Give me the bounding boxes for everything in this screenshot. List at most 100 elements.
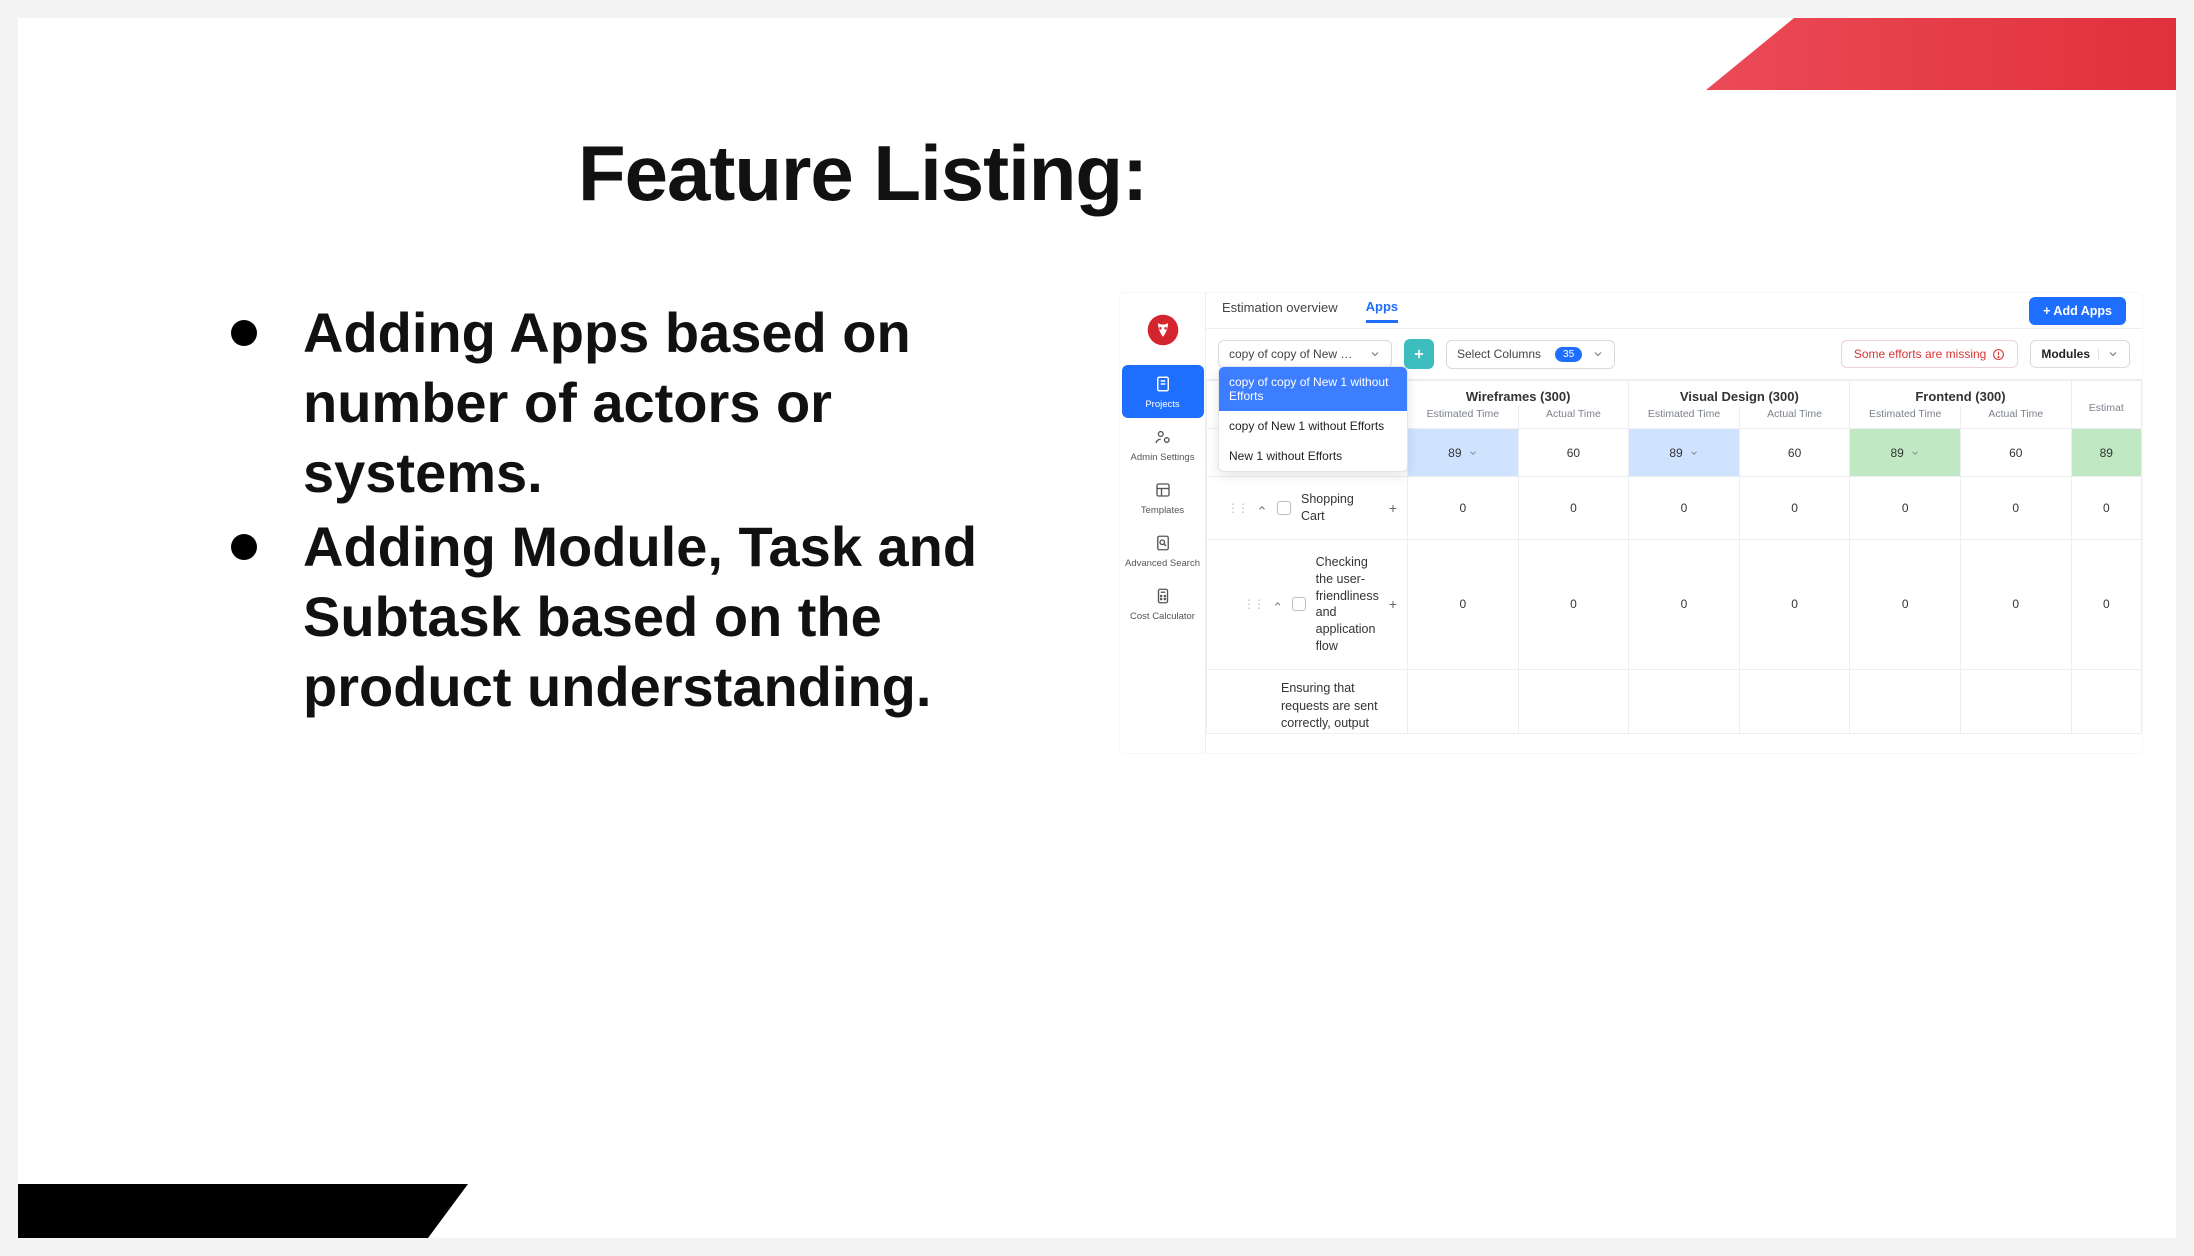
chevron-down-icon (1689, 448, 1699, 458)
app-selector[interactable]: copy of copy of New 1 witho… (1218, 340, 1392, 368)
col-sub: Estimated Time (1408, 406, 1519, 429)
row-label-cell: ⋮⋮ Checking the user-friendliness and ap… (1207, 539, 1408, 669)
app-logo-icon (1146, 313, 1180, 347)
sidebar-item-label: Admin Settings (1131, 452, 1195, 463)
col-sub: Actual Time (1960, 406, 2071, 429)
add-subtask-button[interactable]: + (1389, 596, 1397, 612)
sidebar-item-label: Projects (1145, 399, 1179, 410)
slide-title: Feature Listing: (578, 128, 1147, 219)
tab-apps[interactable]: Apps (1366, 299, 1399, 323)
cell-act: 0 (1960, 539, 2071, 669)
select-columns[interactable]: Select Columns 35 (1446, 340, 1615, 369)
checkbox[interactable] (1277, 501, 1291, 515)
cell-est[interactable]: 89 (1408, 429, 1519, 477)
cell-act: 0 (1739, 477, 1850, 540)
chevron-down-icon (1369, 348, 1381, 360)
drag-handle-icon[interactable]: ⋮⋮ (1243, 597, 1263, 611)
slide: Feature Listing: Adding Apps based on nu… (18, 18, 2176, 1238)
col-group: Frontend (300) (1850, 381, 2071, 407)
col-sub-partial: Estimat (2071, 381, 2141, 429)
cell-act: 60 (1960, 429, 2071, 477)
footer-bar (18, 1184, 468, 1238)
row-label-cell: Ensuring that requests are sent correctl… (1207, 670, 1408, 734)
col-sub: Actual Time (1518, 406, 1629, 429)
select-columns-count: 35 (1555, 347, 1582, 362)
col-group: Visual Design (300) (1629, 381, 1850, 407)
cell-est[interactable]: 0 (1629, 539, 1740, 669)
cell-est[interactable]: 89 (1629, 429, 1740, 477)
cell-est-partial[interactable]: 0 (2071, 477, 2141, 540)
chevron-down-icon (2107, 348, 2119, 360)
dropdown-option[interactable]: New 1 without Efforts (1219, 441, 1407, 471)
app-screenshot: Projects Admin Settings Templates Advanc… (1120, 293, 2142, 753)
col-sub: Estimated Time (1629, 406, 1740, 429)
sidebar-item-cost-calculator[interactable]: Cost Calculator (1122, 577, 1204, 630)
cell-est[interactable]: 0 (1408, 477, 1519, 540)
modules-toggle[interactable]: Modules (2030, 340, 2130, 368)
checkbox[interactable] (1292, 597, 1305, 611)
cell-est-partial[interactable]: 0 (2071, 539, 2141, 669)
search-doc-icon (1154, 534, 1172, 552)
app-content: Estimation overview Apps + Add Apps copy… (1206, 293, 2142, 753)
app-selector-dropdown: copy of copy of New 1 without Efforts co… (1218, 366, 1408, 472)
row-label: Shopping Cart (1301, 491, 1379, 525)
sidebar-item-label: Cost Calculator (1130, 611, 1195, 622)
cell-act: 0 (1518, 477, 1629, 540)
cell-act: 0 (1960, 477, 2071, 540)
chevron-down-icon (1592, 348, 1604, 360)
slide-frame: Feature Listing: Adding Apps based on nu… (0, 0, 2194, 1256)
doc-icon (1154, 375, 1172, 393)
chevron-up-icon[interactable] (1273, 599, 1282, 609)
dropdown-option[interactable]: copy of copy of New 1 without Efforts (1219, 367, 1407, 411)
cell-act: 60 (1739, 429, 1850, 477)
cell-est[interactable]: 0 (1629, 477, 1740, 540)
cell-act: 0 (1739, 539, 1850, 669)
drag-handle-icon[interactable]: ⋮⋮ (1227, 501, 1247, 515)
efforts-warning-text: Some efforts are missing (1854, 347, 1987, 361)
add-subtask-button[interactable]: + (1389, 500, 1397, 516)
chevron-up-icon[interactable] (1257, 503, 1267, 513)
efforts-warning: Some efforts are missing (1841, 340, 2019, 368)
col-group: Wireframes (300) (1408, 381, 1629, 407)
cell-est[interactable]: 0 (1850, 539, 1961, 669)
sidebar-item-label: Advanced Search (1125, 558, 1200, 569)
row-label-cell: ⋮⋮ Shopping Cart + (1207, 477, 1408, 540)
chevron-down-icon (1468, 448, 1478, 458)
chevron-down-icon (1910, 448, 1920, 458)
row-label: Checking the user-friendliness and appli… (1316, 554, 1379, 655)
table-row: ⋮⋮ Shopping Cart + 0 0 0 (1207, 477, 2142, 540)
corner-accent (1706, 18, 2176, 90)
bullet-item: Adding Module, Task and Subtask based on… (223, 512, 1083, 722)
app-selector-value: copy of copy of New 1 witho… (1229, 347, 1359, 361)
sidebar-item-advanced-search[interactable]: Advanced Search (1122, 524, 1204, 577)
cell-act: 60 (1518, 429, 1629, 477)
table-row: Ensuring that requests are sent correctl… (1207, 670, 2142, 734)
add-selection-button[interactable] (1404, 339, 1434, 369)
select-columns-label: Select Columns (1457, 347, 1541, 361)
cell-est[interactable]: 0 (1408, 539, 1519, 669)
col-sub: Actual Time (1739, 406, 1850, 429)
col-sub: Estimated Time (1850, 406, 1961, 429)
cell-est[interactable]: 89 (1850, 429, 1961, 477)
tab-bar: Estimation overview Apps + Add Apps (1206, 293, 2142, 329)
row-label: Ensuring that requests are sent correctl… (1281, 681, 1378, 730)
layout-icon (1154, 481, 1172, 499)
modules-label: Modules (2041, 347, 2090, 361)
cell-act: 0 (1518, 539, 1629, 669)
bullet-list: Adding Apps based on number of actors or… (223, 298, 1083, 726)
cell-est-partial[interactable]: 89 (2071, 429, 2141, 477)
sidebar-item-templates[interactable]: Templates (1122, 471, 1204, 524)
bullet-item: Adding Apps based on number of actors or… (223, 298, 1083, 508)
plus-icon (1412, 347, 1426, 361)
sidebar-item-projects[interactable]: Projects (1122, 365, 1204, 418)
calculator-icon (1154, 587, 1172, 605)
dropdown-option[interactable]: copy of New 1 without Efforts (1219, 411, 1407, 441)
sidebar-item-admin-settings[interactable]: Admin Settings (1122, 418, 1204, 471)
alert-icon (1992, 348, 2005, 361)
add-apps-button[interactable]: + Add Apps (2029, 297, 2126, 325)
user-cog-icon (1154, 428, 1172, 446)
tab-estimation-overview[interactable]: Estimation overview (1222, 300, 1338, 321)
sidebar-item-label: Templates (1141, 505, 1184, 516)
cell-est[interactable]: 0 (1850, 477, 1961, 540)
sidebar: Projects Admin Settings Templates Advanc… (1120, 293, 1206, 753)
